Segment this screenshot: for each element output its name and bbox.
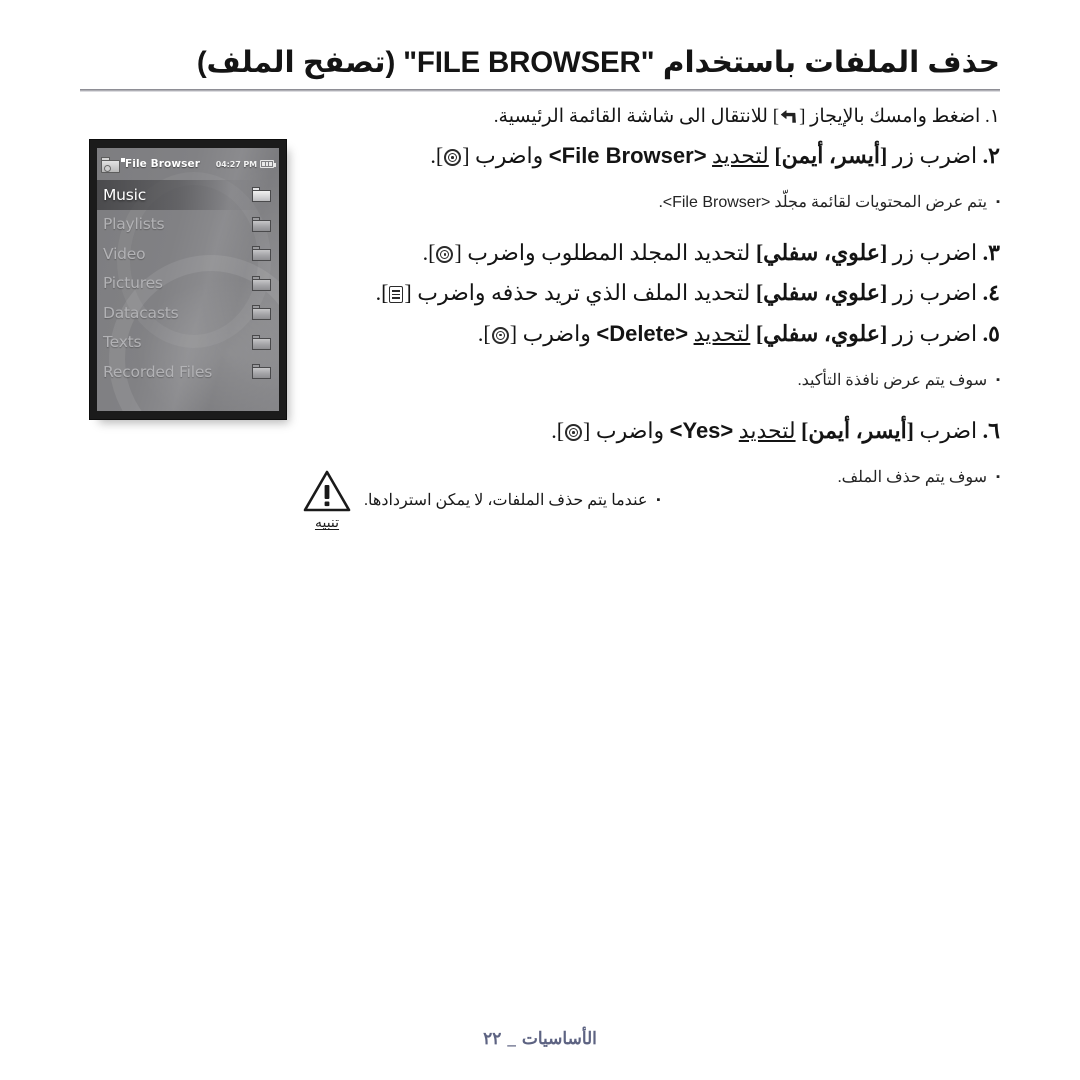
list-item[interactable]: Video [97, 239, 277, 269]
status-bar-right: 04:27 PM [216, 160, 276, 169]
caution-text: عندما يتم حذف الملفات، لا يمكن استردادها… [364, 492, 648, 509]
caution-icon-wrap: تنبيه [300, 470, 354, 532]
list-item-label: Playlists [103, 215, 165, 234]
footer-section: الأساسيات [521, 1029, 597, 1048]
note-step-2-tag: <File Browser> [662, 194, 771, 212]
device-status-bar: File Browser 04:27 PM [97, 148, 279, 177]
list-item[interactable]: Music [97, 180, 277, 210]
step-4-button-label: [علوي، سفلي] [755, 280, 888, 306]
step-3-number: ٣. [982, 240, 1000, 266]
clock-time: 04:27 PM [215, 159, 257, 169]
select-circle-icon [565, 423, 583, 441]
select-circle-icon [491, 326, 509, 344]
step-2-and-press: واضرب [475, 142, 544, 168]
step-6-tag: <Yes> [669, 417, 734, 443]
bullet-icon: ▪ [656, 494, 661, 506]
footer-inner: الأساسيات _ ٢٢ [483, 1029, 597, 1049]
step-2-number: ٢. [982, 142, 1000, 168]
step-4-number: ٤. [982, 280, 1000, 306]
note-step-5: ▪ سوف يتم عرض نافذة التأكيد. [300, 367, 1000, 394]
folder-icon [252, 364, 271, 380]
page-title-block: حذف الملفات باستخدام "FILE BROWSER" (تصف… [80, 44, 1000, 92]
select-circle-icon [444, 148, 462, 166]
bullet-icon: ▪ [996, 373, 1000, 386]
step-6-button-label: [أيسر، أيمن] [801, 417, 915, 443]
step-2-select-word: لتحديد [712, 142, 769, 168]
step-2: ٢. اضرب زر [أيسر، أيمن] لتحديد <File Bro… [430, 142, 1000, 168]
select-circle-icon [436, 246, 454, 264]
folder-icon [252, 334, 271, 350]
note-step-2-text: يتم عرض المحتويات لقائمة مجلّد [774, 194, 988, 212]
folder-icon [252, 305, 271, 321]
folder-icon [252, 187, 271, 203]
footer-separator: _ [507, 1029, 516, 1048]
step-6: ٦. اضرب [أيسر، أيمن] لتحديد <Yes> واضرب … [551, 417, 1000, 443]
step-4-lead: اضرب زر [892, 280, 978, 306]
list-item-label: Music [103, 185, 147, 204]
step-5: ٥. اضرب زر [علوي، سفلي] لتحديد <Delete> … [477, 320, 1000, 346]
manual-page: حذف الملفات باستخدام "FILE BROWSER" (تصف… [0, 0, 1080, 1080]
caution-text-wrap: ▪ عندما يتم حذف الملفات، لا يمكن استرداد… [364, 470, 660, 510]
file-browser-list: Music Playlists Video Pictures Datacasts [97, 180, 279, 387]
step-5-lead: اضرب زر [892, 320, 978, 346]
step-1-text-a: اضغط وامسك بالإيجاز [810, 106, 981, 127]
page-footer: الأساسيات _ ٢٢ [80, 1029, 1000, 1049]
step-5-button-label: [علوي، سفلي] [755, 320, 888, 346]
instruction-steps: ١. اضغط وامسك بالإيجاز [] للانتقال الى ش… [300, 104, 1000, 507]
list-item-label: Pictures [103, 274, 163, 293]
title-divider [80, 88, 1000, 92]
step-5-and-press: واضرب [522, 320, 591, 346]
step-1-number: ١. [985, 106, 1000, 127]
step-1: ١. اضغط وامسك بالإيجاز [] للانتقال الى ش… [493, 106, 1000, 127]
list-item[interactable]: Texts [97, 328, 277, 358]
caution-label: تنبيه [314, 516, 340, 531]
folder-icon [252, 246, 271, 262]
list-item-label: Recorded Files [103, 362, 213, 381]
bullet-icon: ▪ [996, 196, 1000, 209]
device-screen-title: File Browser [125, 158, 200, 170]
step-2-button-label: [أيسر، أيمن] [774, 142, 888, 168]
list-item-label: Texts [103, 333, 142, 352]
back-arrow-icon [780, 110, 798, 125]
device-screen: File Browser 04:27 PM Music Playlists Vi… [97, 148, 279, 411]
step-3-lead: اضرب زر [892, 240, 978, 266]
page-title: حذف الملفات باستخدام "FILE BROWSER" (تصف… [196, 46, 1000, 79]
list-item[interactable]: Playlists [97, 210, 277, 240]
footer-page-number: ٢٢ [483, 1029, 502, 1048]
step-3-body: لتحديد المجلد المطلوب واضرب [467, 240, 751, 266]
step-6-and-press: واضرب [595, 417, 665, 443]
note-step-2: ▪ يتم عرض المحتويات لقائمة مجلّد <File B… [300, 189, 1000, 216]
caution-block: ▪ عندما يتم حذف الملفات، لا يمكن استرداد… [300, 470, 1000, 532]
step-5-select-word: لتحديد [693, 320, 751, 346]
step-2-lead: اضرب زر [892, 142, 978, 168]
step-4: ٤. اضرب زر [علوي، سفلي] لتحديد الملف الذ… [375, 280, 1000, 306]
folder-camera-icon [101, 156, 125, 173]
list-item-label: Datacasts [103, 303, 179, 322]
step-1-text-b: للانتقال الى شاشة القائمة الرئيسية. [493, 106, 768, 127]
step-3: ٣. اضرب زر [علوي، سفلي] لتحديد المجلد ال… [422, 240, 1000, 266]
menu-list-icon [389, 286, 404, 304]
list-item[interactable]: Recorded Files [97, 357, 277, 387]
device-illustration: File Browser 04:27 PM Music Playlists Vi… [89, 139, 287, 420]
list-item-label: Video [103, 244, 146, 263]
step-4-body: لتحديد الملف الذي تريد حذفه واضرب [417, 280, 751, 306]
step-2-tag: <File Browser> [548, 142, 707, 168]
list-item[interactable]: Pictures [97, 269, 277, 299]
folder-icon [252, 275, 271, 291]
folder-icon [252, 216, 271, 232]
step-6-number: ٦. [982, 417, 1000, 443]
step-5-number: ٥. [982, 320, 1000, 346]
step-5-tag: <Delete> [596, 320, 689, 346]
warning-triangle-icon [303, 470, 351, 512]
note-step-5-text: سوف يتم عرض نافذة التأكيد. [797, 371, 988, 389]
battery-full-icon [260, 160, 276, 168]
list-item[interactable]: Datacasts [97, 298, 277, 328]
step-6-select-word: لتحديد [738, 417, 796, 443]
step-3-button-label: [علوي، سفلي] [755, 240, 888, 266]
step-6-lead: اضرب [919, 417, 978, 443]
